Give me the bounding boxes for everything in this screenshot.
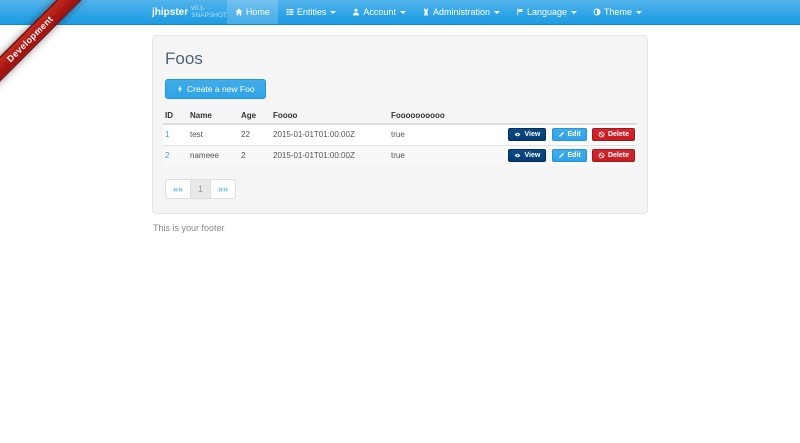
view-button[interactable]: View — [508, 149, 546, 162]
cell-name: test — [188, 124, 239, 145]
row-id-link[interactable]: 1 — [165, 130, 169, 139]
brand-name: jhipster — [152, 7, 188, 18]
delete-button-label: Delete — [608, 131, 629, 138]
user-icon — [352, 8, 360, 16]
list-icon — [286, 8, 294, 16]
col-header-age: Age — [239, 108, 271, 124]
top-navbar: jhipster v0.1-SNAPSHOT Home Entities — [0, 0, 800, 25]
cell-name: nameee — [188, 145, 239, 166]
pagination-first[interactable]: «« — [165, 179, 191, 199]
col-header-foooo: Foooo — [271, 108, 389, 124]
table-header-row: ID Name Age Foooo Foooooooooo — [163, 108, 637, 124]
create-foo-label: Create a new Foo — [187, 84, 255, 94]
pagination-page-1[interactable]: 1 — [190, 179, 211, 199]
delete-button[interactable]: Delete — [592, 128, 635, 141]
col-header-foooooooooo: Foooooooooo — [389, 108, 479, 124]
eye-icon — [514, 152, 521, 159]
ban-circle-icon — [598, 131, 605, 138]
nav-item-label: Home — [246, 7, 270, 17]
footer-text: This is your footer — [152, 223, 648, 233]
nav-item-label: Administration — [433, 7, 490, 17]
create-foo-button[interactable]: Create a new Foo — [165, 79, 266, 99]
brand-link[interactable]: jhipster v0.1-SNAPSHOT — [152, 0, 227, 24]
nav-item-language[interactable]: Language — [508, 0, 585, 24]
edit-button-label: Edit — [568, 131, 581, 138]
chevron-down-icon — [571, 11, 577, 14]
chevron-down-icon — [400, 11, 406, 14]
flag-icon — [516, 8, 524, 16]
row-id-link[interactable]: 2 — [165, 151, 169, 160]
pagination: «« 1 »» — [165, 179, 236, 199]
nav-item-home[interactable]: Home — [227, 0, 278, 24]
brand-version: v0.1-SNAPSHOT — [191, 5, 227, 19]
nav-item-label: Language — [527, 7, 567, 17]
home-icon — [235, 8, 243, 16]
flash-icon — [176, 85, 184, 93]
foo-table: ID Name Age Foooo Foooooooooo 1 test 22 … — [163, 108, 637, 166]
view-button[interactable]: View — [508, 128, 546, 141]
chevron-down-icon — [636, 11, 642, 14]
edit-button[interactable]: Edit — [552, 128, 587, 141]
cell-age: 2 — [239, 145, 271, 166]
adjust-icon — [593, 8, 601, 16]
page-title: Foos — [165, 49, 637, 69]
view-button-label: View — [524, 131, 540, 138]
cell-foooo: 2015-01-01T01:00:00Z — [271, 145, 389, 166]
ban-circle-icon — [598, 152, 605, 159]
pagination-last[interactable]: »» — [210, 179, 236, 199]
nav-item-entities[interactable]: Entities — [278, 0, 345, 24]
cell-age: 22 — [239, 124, 271, 145]
content-panel: Foos Create a new Foo ID Name Age Foooo … — [152, 35, 648, 214]
cell-foooooooooo: true — [389, 145, 479, 166]
nav-item-label: Entities — [297, 7, 327, 17]
cell-foooooooooo: true — [389, 124, 479, 145]
eye-icon — [514, 131, 521, 138]
view-button-label: View — [524, 152, 540, 159]
cell-foooo: 2015-01-01T01:00:00Z — [271, 124, 389, 145]
edit-button[interactable]: Edit — [552, 149, 587, 162]
nav-item-label: Account — [363, 7, 396, 17]
col-header-actions — [479, 108, 637, 124]
pencil-icon — [558, 131, 565, 138]
delete-button-label: Delete — [608, 152, 629, 159]
col-header-id: ID — [163, 108, 188, 124]
cell-actions: View Edit Delete — [479, 124, 637, 145]
pencil-icon — [558, 152, 565, 159]
col-header-name: Name — [188, 108, 239, 124]
tower-icon — [422, 8, 430, 16]
chevron-down-icon — [330, 11, 336, 14]
table-row: 1 test 22 2015-01-01T01:00:00Z true View — [163, 124, 637, 145]
cell-actions: View Edit Delete — [479, 145, 637, 166]
nav-item-administration[interactable]: Administration — [414, 0, 508, 24]
nav-menu: Home Entities Account Adminis — [227, 0, 650, 24]
delete-button[interactable]: Delete — [592, 149, 635, 162]
edit-button-label: Edit — [568, 152, 581, 159]
nav-item-theme[interactable]: Theme — [585, 0, 650, 24]
nav-item-account[interactable]: Account — [344, 0, 414, 24]
chevron-down-icon — [494, 11, 500, 14]
table-row: 2 nameee 2 2015-01-01T01:00:00Z true Vie… — [163, 145, 637, 166]
nav-item-label: Theme — [604, 7, 632, 17]
